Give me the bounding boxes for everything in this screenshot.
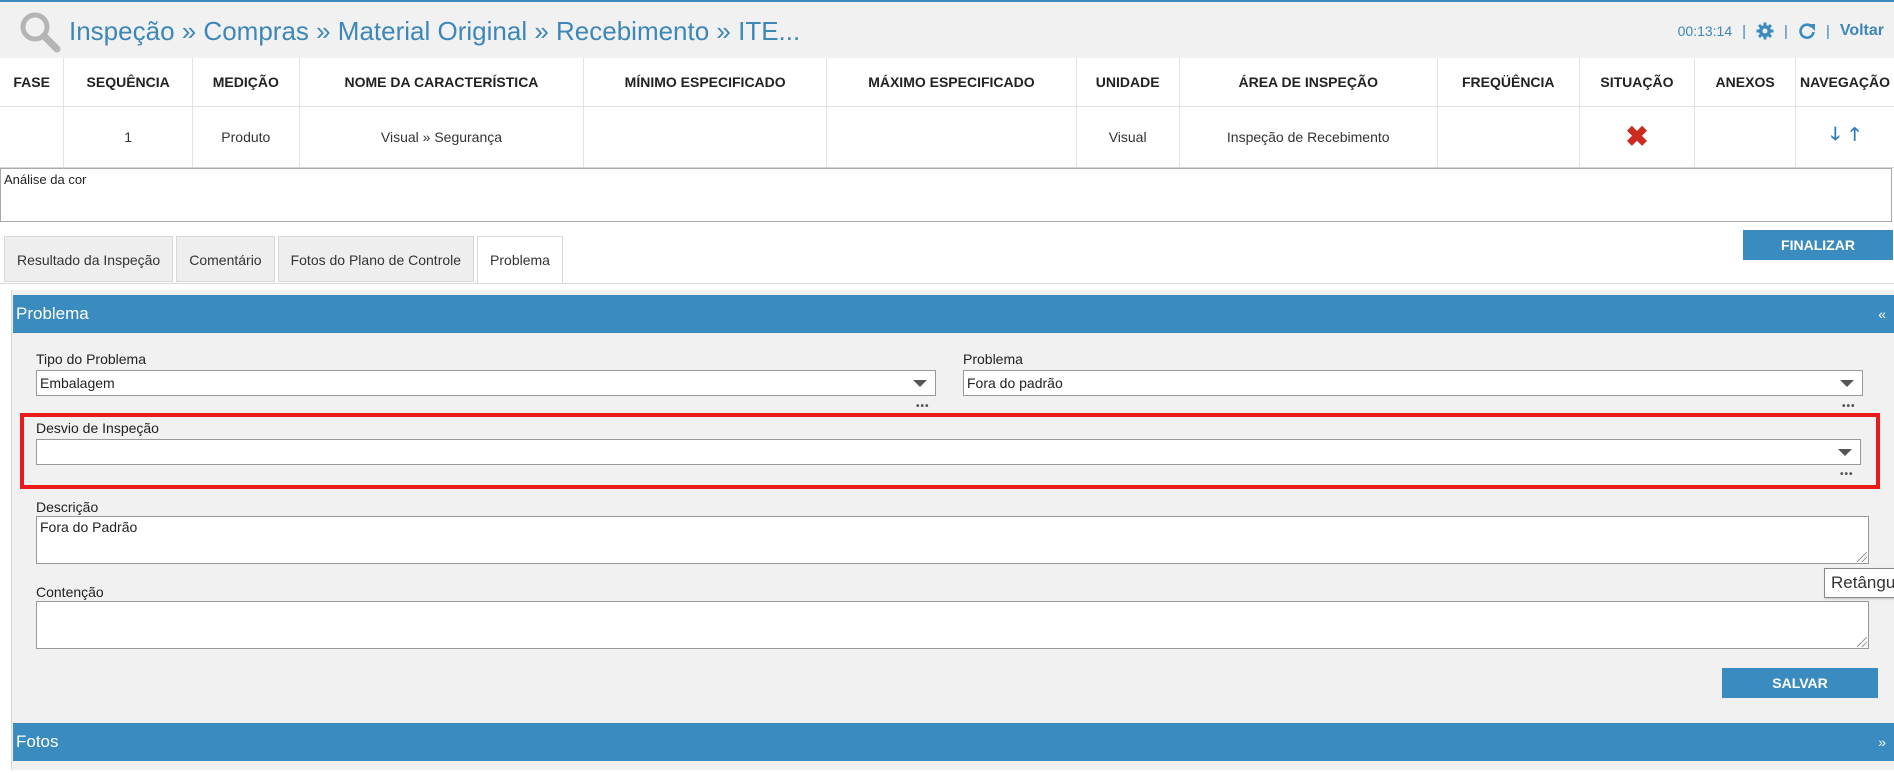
arrow-up-icon[interactable]: 🡑 [1850,122,1859,152]
col-nome: NOME DA CARACTERÍSTICA [299,58,585,107]
col-navegacao: NAVEGAÇÃO [1795,58,1894,107]
cell-unidade: Visual [1076,106,1180,168]
problema-label: Problema [963,351,1023,367]
cell-nome: Visual » Segurança [299,106,585,168]
more-options-icon[interactable]: ••• [1840,469,1854,480]
gear-icon[interactable] [1756,22,1774,40]
tipo-problema-select[interactable]: Embalagem [36,370,936,396]
cell-minimo [583,106,828,168]
session-timer: 00:13:14 [1677,23,1733,39]
header-actions: 00:13:14 | | | Voltar [1678,22,1884,40]
contencao-label: Contenção [36,584,104,600]
desvio-label: Desvio de Inspeção [36,420,159,436]
chevron-down-icon[interactable] [913,380,927,387]
tipo-problema-label: Tipo do Problema [36,351,146,367]
col-sequencia: SEQUÊNCIA [63,58,193,107]
tab-bar: Resultado da Inspeção Comentário Fotos d… [4,236,566,284]
col-situacao: SITUAÇÃO [1579,58,1696,107]
cell-sequencia: 1 [63,106,193,168]
cell-frequencia [1437,106,1580,168]
cell-navegacao: 🡓 🡑 [1795,106,1894,168]
back-link[interactable]: Voltar [1840,22,1884,40]
resize-grip-icon[interactable] [1857,637,1867,647]
save-button[interactable]: SALVAR [1722,668,1878,698]
cell-anexos [1694,106,1796,168]
col-minimo: MÍNIMO ESPECIFICADO [583,58,828,107]
more-options-icon[interactable]: ••• [1842,401,1856,412]
arrow-down-icon[interactable]: 🡓 [1831,122,1840,152]
col-area: ÁREA DE INSPEÇÃO [1179,58,1438,107]
note-textarea[interactable]: Análise da cor [0,168,1892,222]
chevron-down-icon[interactable] [1840,380,1854,387]
descricao-textarea[interactable]: Fora do Padrão [36,516,1869,564]
cell-area: Inspeção de Recebimento [1179,106,1438,168]
tooltip: Retângu [1824,568,1894,598]
expand-toggle[interactable]: » [1878,723,1886,761]
more-options-icon[interactable]: ••• [916,401,930,412]
cell-fase [0,106,65,168]
cell-medicao: Produto [192,106,300,168]
photos-panel-header[interactable]: Fotos » [13,723,1894,761]
tab-resultado[interactable]: Resultado da Inspeção [4,236,174,282]
tab-comentario[interactable]: Comentário [176,236,275,282]
tab-problema[interactable]: Problema [477,236,563,284]
separator: | [1784,22,1788,40]
table-header-row: FASE SEQUÊNCIA MEDIÇÃO NOME DA CARACTERÍ… [0,58,1894,107]
col-fase: FASE [0,58,65,107]
problem-panel-title: Problema [16,304,89,323]
characteristics-table: FASE SEQUÊNCIA MEDIÇÃO NOME DA CARACTERÍ… [0,58,1894,168]
col-medicao: MEDIÇÃO [192,58,300,107]
separator: | [1825,22,1830,40]
chevron-down-icon[interactable] [1838,449,1852,456]
col-unidade: UNIDADE [1076,58,1180,107]
descricao-value: Fora do Padrão [40,519,138,535]
problema-select[interactable]: Fora do padrão [963,370,1863,396]
breadcrumb[interactable]: Inspeção » Compras » Material Original »… [69,16,800,47]
finalize-inspection-button[interactable]: FINALIZAR INSPEÇÃO [1743,230,1893,283]
table-row[interactable]: 1 Produto Visual » Segurança Visual Insp… [0,106,1894,168]
desvio-select[interactable] [36,439,1861,465]
tab-fotos-plano[interactable]: Fotos do Plano de Controle [277,236,475,282]
resize-grip-icon[interactable] [1857,552,1867,562]
descricao-label: Descrição [36,499,99,515]
col-anexos: ANEXOS [1694,58,1796,107]
close-icon: ✖ [1625,121,1649,152]
refresh-icon[interactable] [1798,22,1816,40]
cell-maximo [826,106,1077,168]
contencao-textarea[interactable] [36,601,1869,649]
separator: | [1742,22,1747,40]
tipo-problema-value: Embalagem [40,375,115,391]
col-frequencia: FREQÜÊNCIA [1437,58,1580,107]
cell-situacao: ✖ [1579,106,1696,168]
problema-value: Fora do padrão [967,375,1063,391]
collapse-toggle[interactable]: « [1878,295,1886,333]
search-icon [20,12,61,53]
col-maximo: MÁXIMO ESPECIFICADO [826,58,1077,107]
page-header: Inspeção » Compras » Material Original »… [0,2,1894,58]
tabs-divider [0,283,1894,284]
photos-panel-title: Fotos [16,732,59,751]
problem-panel-header[interactable]: Problema « [13,295,1894,333]
